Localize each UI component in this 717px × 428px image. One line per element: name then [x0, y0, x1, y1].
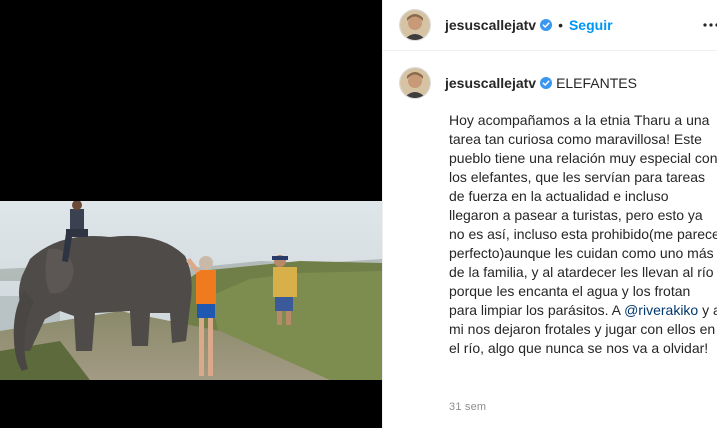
header-username[interactable]: jesuscallejatv: [445, 17, 536, 33]
caption-username[interactable]: jesuscallejatv: [445, 75, 536, 91]
caption-area: jesuscallejatv ELEFANTES Hoy acompañamos…: [383, 51, 717, 358]
instagram-post: jesuscallejatv • Seguir jesuscallejatv E…: [0, 0, 717, 428]
header-separator: •: [558, 17, 563, 33]
verified-badge-icon: [540, 19, 553, 31]
more-options-icon[interactable]: [699, 13, 717, 37]
post-media[interactable]: [0, 0, 382, 428]
avatar[interactable]: [399, 9, 431, 41]
post-sidebar: jesuscallejatv • Seguir jesuscallejatv E…: [382, 0, 717, 428]
mention-link[interactable]: @riverakiko: [624, 302, 698, 318]
elephant-photo: [0, 201, 382, 380]
caption-avatar[interactable]: [399, 67, 431, 99]
caption-header: jesuscallejatv ELEFANTES: [399, 67, 717, 99]
post-photo[interactable]: [0, 201, 382, 380]
post-timestamp[interactable]: 31 sem: [449, 401, 486, 413]
caption-title: ELEFANTES: [556, 75, 637, 91]
verified-badge-icon: [540, 77, 553, 89]
caption-body: Hoy acompañamos a la etnia Tharu a una t…: [449, 111, 717, 358]
caption-text-part1: Hoy acompañamos a la etnia Tharu a una t…: [449, 112, 717, 318]
post-header: jesuscallejatv • Seguir: [383, 0, 717, 51]
avatar-image: [400, 68, 430, 98]
follow-button[interactable]: Seguir: [569, 17, 613, 33]
avatar-image: [400, 10, 430, 40]
